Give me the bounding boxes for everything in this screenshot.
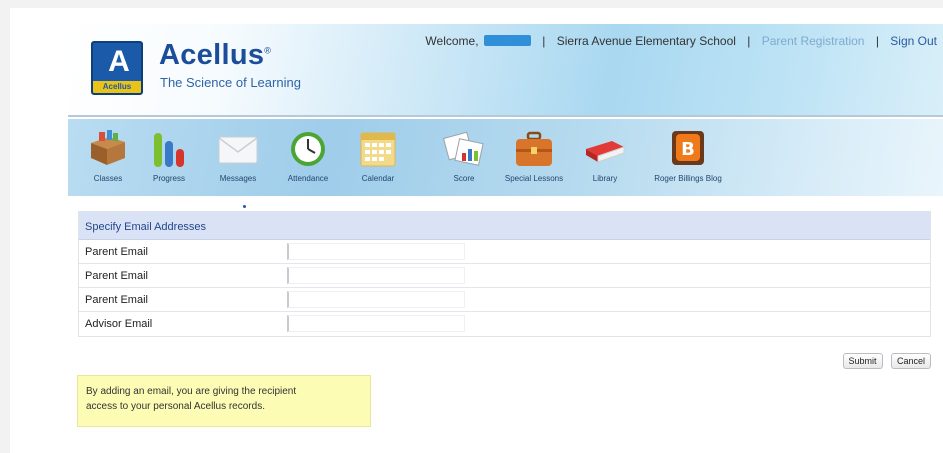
form-row: Parent Email [79,288,930,312]
brand-name: Acellus® [159,39,272,71]
separator: | [875,34,879,48]
nav-label: Classes [93,174,123,183]
separator: | [747,34,751,48]
parent-email-label: Parent Email [85,294,148,306]
form-row: Parent Email [79,240,930,264]
parent-email-input-3[interactable] [287,291,465,308]
logo-mark: A [108,45,130,78]
nav-label: Attendance [287,174,329,183]
progress-icon [148,129,190,169]
nav-label: Special Lessons [504,174,564,183]
nav-item-progress[interactable]: Progress [134,129,204,183]
classes-icon [87,129,129,169]
nav-item-library[interactable]: Library [570,129,640,183]
brand-tagline: The Science of Learning [160,75,301,90]
messages-icon [217,129,259,169]
nav-item-messages[interactable]: Messages [203,129,273,183]
parent-email-input-1[interactable] [287,243,465,260]
nav-label: Roger Billings Blog [654,174,722,183]
notice-line-1: By adding an email, you are giving the r… [86,386,297,397]
parent-email-label: Parent Email [85,246,148,258]
sign-out-link[interactable]: Sign Out [890,34,937,48]
privacy-notice: By adding an email, you are giving the r… [77,375,371,427]
form-title: Specify Email Addresses [79,212,930,240]
form-actions: Submit Cancel [839,351,931,369]
cancel-button[interactable]: Cancel [890,353,931,369]
submit-button[interactable]: Submit [842,353,883,369]
nav-label: Messages [219,174,257,183]
notice-line-2: access to your personal Acellus records. [86,401,265,412]
form-row: Advisor Email [79,312,930,336]
advisor-email-label: Advisor Email [85,318,153,330]
nav-label: Score [453,174,475,183]
nav-item-classes[interactable]: Classes [73,129,143,183]
nav-label: Library [592,174,618,183]
form-row: Parent Email [79,264,930,288]
email-form: Specify Email Addresses Parent Email Par… [78,211,931,337]
nav-label: Calendar [361,174,395,183]
active-nav-indicator [243,205,246,208]
blog-icon: B [667,129,709,169]
nav-item-special-lessons[interactable]: Special Lessons [499,129,569,183]
nav-item-calendar[interactable]: Calendar [343,129,413,183]
site-header: A Acellus Acellus® The Science of Learni… [68,24,943,117]
library-icon [584,129,626,169]
calendar-icon [357,129,399,169]
score-icon [442,129,485,169]
nav-label: Progress [152,174,185,183]
logo-strip: Acellus [93,81,141,93]
special-lessons-icon [513,129,555,169]
nav-item-blog[interactable]: B Roger Billings Blog [653,129,723,183]
parent-email-input-2[interactable] [287,267,465,284]
school-name: Sierra Avenue Elementary School [556,34,736,48]
acellus-logo-icon[interactable]: A Acellus [91,41,143,95]
parent-registration-link[interactable]: Parent Registration [762,34,865,48]
page: A Acellus Acellus® The Science of Learni… [10,8,943,453]
nav-item-attendance[interactable]: Attendance [273,129,343,183]
nav-item-score[interactable]: Score [429,129,499,183]
advisor-email-input[interactable] [287,315,465,332]
acellus-app: A Acellus Acellus® The Science of Learni… [68,24,943,427]
separator: | [542,34,546,48]
icon-nav-bar: Classes Progress Messages Attendance Cal… [68,119,943,199]
svg-text:B: B [681,139,695,160]
redacted-username [483,35,531,46]
header-user-bar: Welcome, | Sierra Avenue Elementary Scho… [425,34,937,48]
parent-email-label: Parent Email [85,270,148,282]
welcome-text: Welcome, [425,34,479,48]
attendance-icon [287,129,329,169]
